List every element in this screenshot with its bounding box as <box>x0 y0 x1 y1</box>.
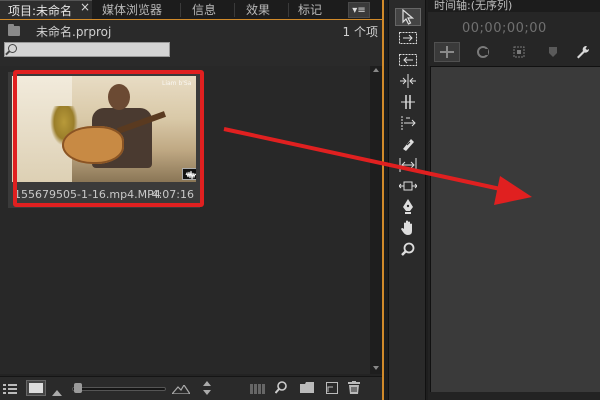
search-box[interactable] <box>4 42 170 57</box>
find-icon[interactable] <box>274 381 287 397</box>
wrench-icon[interactable] <box>570 42 596 62</box>
annotation-highlight-box <box>13 70 204 207</box>
new-item-icon[interactable] <box>326 382 338 397</box>
tab-project-label: 项目:未命名 <box>8 4 73 18</box>
timeline-tab-bar: 时间轴:(无序列) <box>428 0 600 12</box>
automate-to-sequence-icon[interactable] <box>250 383 266 397</box>
add-marker-icon[interactable] <box>506 42 532 62</box>
sort-icon[interactable] <box>202 381 212 398</box>
tab-project[interactable]: 项目:未命名 <box>0 0 92 20</box>
snap-icon[interactable] <box>434 42 460 62</box>
project-header: 未命名.prproj 1 个项 <box>0 20 382 66</box>
rate-stretch-tool-icon[interactable] <box>395 114 421 132</box>
ripple-edit-tool-icon[interactable] <box>395 72 421 90</box>
tab-markers-label: 标记 <box>298 3 323 17</box>
selection-tool-icon[interactable] <box>395 8 421 26</box>
vertical-scrollbar[interactable] <box>370 66 382 374</box>
folder-icon <box>8 24 20 36</box>
tab-close-icon[interactable]: × <box>80 0 90 14</box>
zoom-in-mountain-icon[interactable] <box>170 383 192 397</box>
timeline-toolbar <box>432 42 600 62</box>
slide-tool-icon[interactable] <box>395 177 421 195</box>
tab-media-browser-label: 媒体浏览器 <box>102 3 163 17</box>
tab-markers[interactable]: 标记 <box>290 0 336 20</box>
tab-separator <box>288 3 289 17</box>
pen-tool-icon[interactable] <box>395 198 421 216</box>
search-icon <box>8 44 17 53</box>
timecode-display[interactable]: 00;00;00;00 <box>462 21 547 36</box>
tab-effects-label: 效果 <box>246 3 271 17</box>
tab-effects[interactable]: 效果 <box>238 0 284 20</box>
linked-selection-icon[interactable] <box>470 42 496 62</box>
tab-info[interactable]: 信息 <box>184 0 230 20</box>
panel-menu-button[interactable]: ▾≡ <box>348 2 370 18</box>
tab-separator <box>180 3 181 17</box>
track-select-forward-tool-icon[interactable] <box>395 29 421 47</box>
delete-icon[interactable] <box>348 381 360 397</box>
project-tab-bar: 项目:未命名 × 媒体浏览器 信息 效果 标记 ▾≡ <box>0 0 382 20</box>
zoom-slider[interactable] <box>72 387 166 391</box>
timeline-panel: 时间轴:(无序列) 00;00;00;00 <box>428 0 600 400</box>
item-count: 1 个项 <box>342 25 378 39</box>
marker-icon[interactable] <box>540 42 566 62</box>
new-bin-icon[interactable] <box>300 382 314 396</box>
timeline-header: 00;00;00;00 <box>428 12 600 66</box>
scroll-up-arrow-icon[interactable] <box>373 68 379 72</box>
tools-panel <box>388 0 426 400</box>
timeline-sequence-area[interactable] <box>430 66 600 392</box>
rolling-edit-tool-icon[interactable] <box>395 93 421 111</box>
search-input[interactable] <box>21 43 166 56</box>
project-name: 未命名.prproj <box>36 25 112 39</box>
tab-separator <box>234 3 235 17</box>
scroll-down-arrow-icon[interactable] <box>373 366 379 370</box>
track-select-backward-tool-icon[interactable] <box>395 51 421 69</box>
icon-view-icon[interactable] <box>26 380 46 396</box>
slip-tool-icon[interactable] <box>395 156 421 174</box>
razor-tool-icon[interactable] <box>395 135 421 153</box>
list-view-icon[interactable] <box>3 383 17 397</box>
zoom-out-mountain-icon[interactable] <box>52 385 62 399</box>
tab-info-label: 信息 <box>192 3 217 17</box>
zoom-slider-handle[interactable] <box>74 383 82 393</box>
tab-media-browser[interactable]: 媒体浏览器 <box>94 0 176 20</box>
zoom-tool-icon[interactable] <box>395 240 421 258</box>
project-toolbar <box>0 376 382 400</box>
hand-tool-icon[interactable] <box>395 219 421 237</box>
